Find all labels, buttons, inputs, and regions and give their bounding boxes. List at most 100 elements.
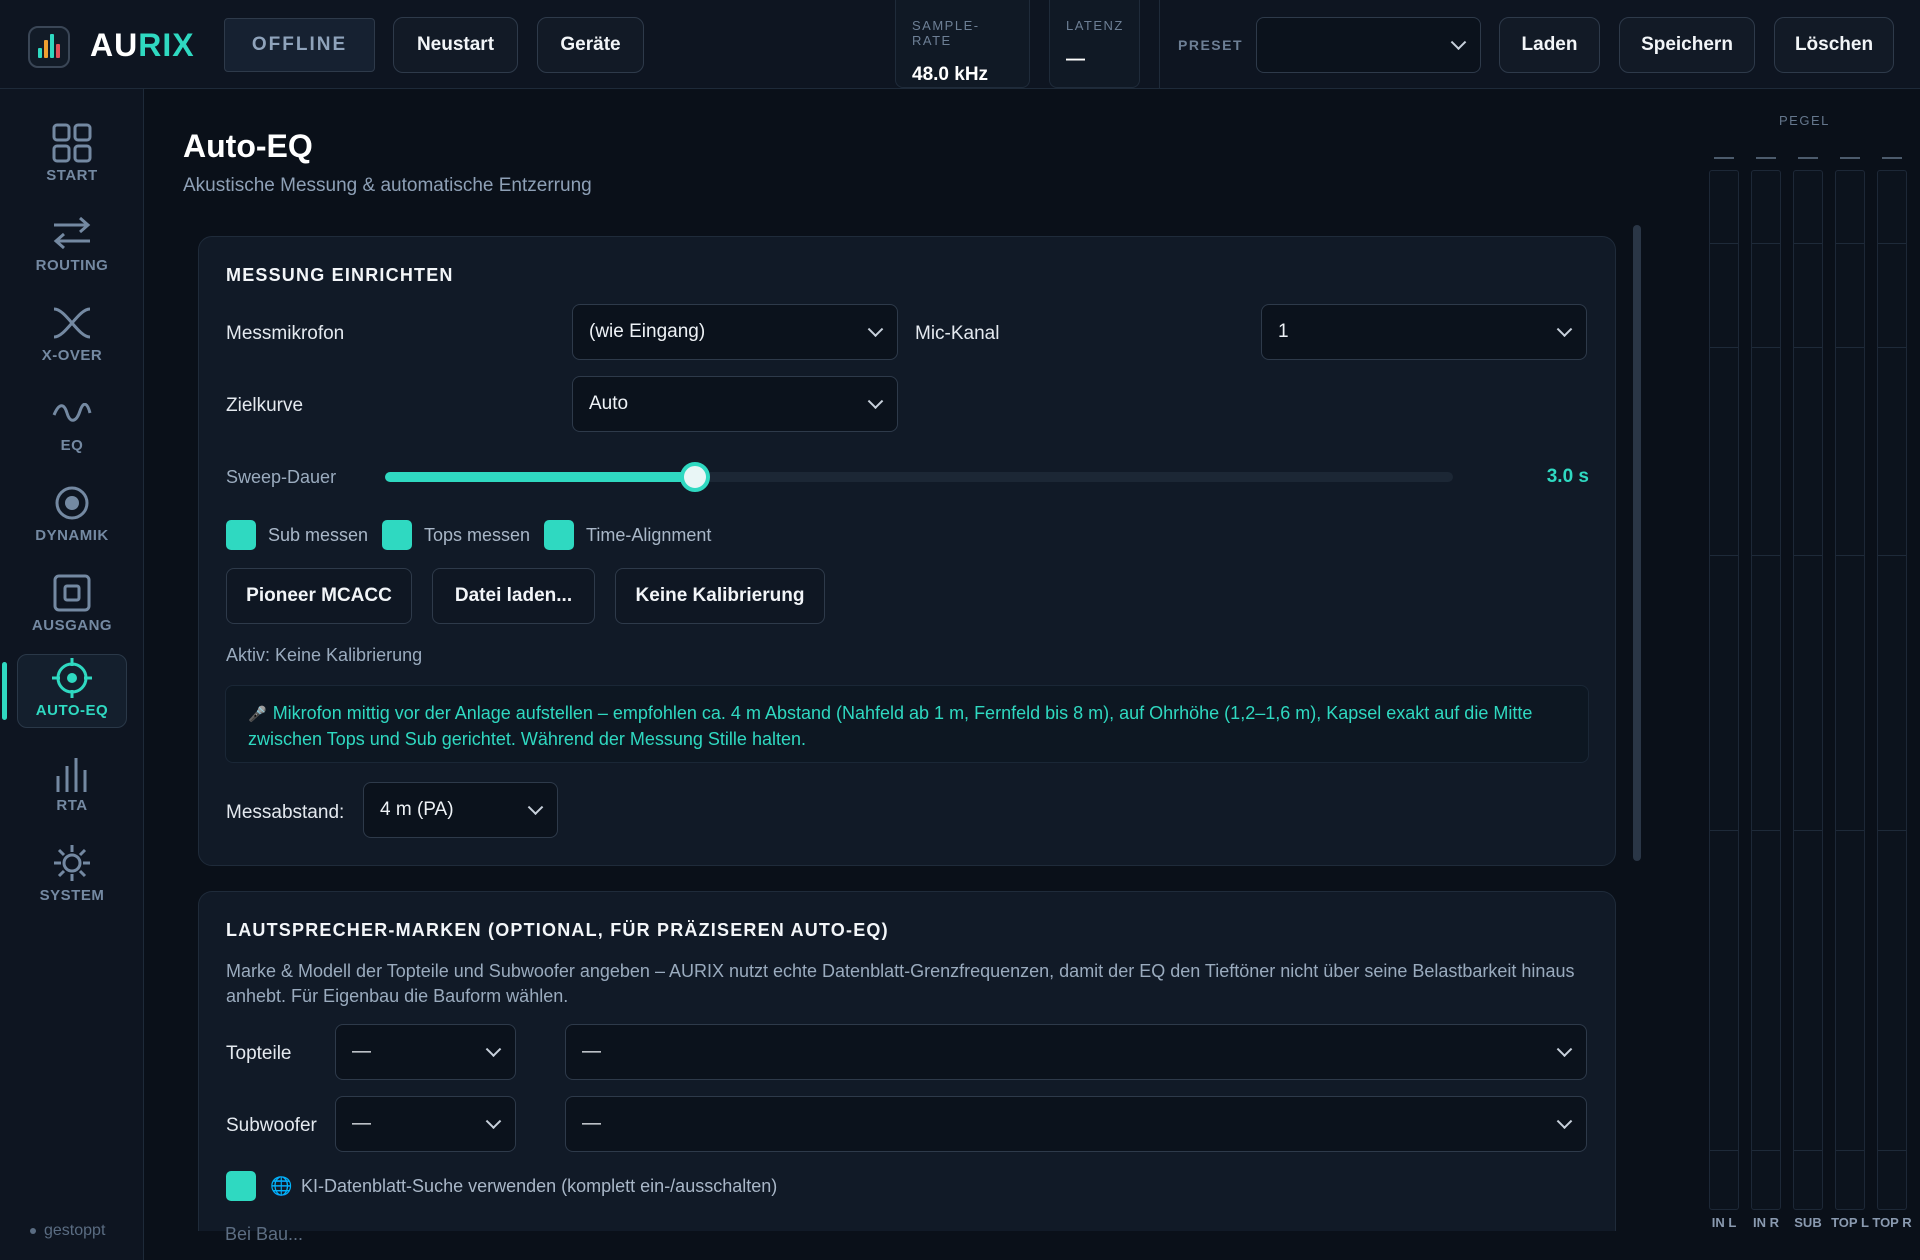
meter-gridline xyxy=(1710,830,1738,831)
distance-value: 4 m (PA) xyxy=(380,799,454,820)
subwoofer-label: Subwoofer xyxy=(226,1115,317,1136)
time-alignment-checkbox[interactable] xyxy=(544,520,574,550)
save-button[interactable]: Speichern xyxy=(1619,17,1755,73)
meter-value xyxy=(1882,157,1902,159)
meter-value xyxy=(1840,157,1860,159)
chevron-down-icon xyxy=(1556,1113,1573,1130)
latency-display: LATENZ — xyxy=(1049,0,1140,88)
meter-gridline xyxy=(1710,1150,1738,1151)
tops-measure-checkbox[interactable] xyxy=(382,520,412,550)
meter-gridline xyxy=(1794,347,1822,348)
pioneer-mcacc-button[interactable]: Pioneer MCACC xyxy=(226,568,412,624)
nav-label: RTA xyxy=(56,797,88,814)
preset-select[interactable] xyxy=(1256,17,1481,73)
chevron-down-icon xyxy=(1450,34,1467,51)
sweep-slider-fill xyxy=(385,472,695,482)
output-icon xyxy=(50,571,94,615)
meter-gridline xyxy=(1752,830,1780,831)
nav-label: X-OVER xyxy=(41,347,103,364)
meter-value xyxy=(1714,157,1734,159)
devices-button[interactable]: Geräte xyxy=(537,17,644,73)
meter-gridline xyxy=(1836,1150,1864,1151)
mic-placement-note: 🎤 Mikrofon mittig vor der Anlage aufstell… xyxy=(225,685,1589,763)
ai-datasheet-label: KI-Datenblatt-Suche verwenden (komplett … xyxy=(301,1176,778,1196)
sweep-value: 3.0 s xyxy=(1546,466,1589,487)
meters-title: PEGEL xyxy=(1779,113,1830,128)
nav-item-auto-eq[interactable]: AUTO-EQ xyxy=(17,654,127,728)
nav-item-start[interactable]: START xyxy=(17,118,127,192)
mic-channel-select[interactable]: 1 xyxy=(1261,304,1587,360)
delete-button[interactable]: Löschen xyxy=(1774,17,1894,73)
tops-brand-select[interactable]: — xyxy=(335,1024,516,1080)
sweep-slider[interactable] xyxy=(385,462,1453,492)
meter-gridline xyxy=(1752,555,1780,556)
active-calibration: Aktiv: Keine Kalibrierung xyxy=(226,645,423,665)
mic-select[interactable]: (wie Eingang) xyxy=(572,304,898,360)
target-icon xyxy=(50,656,94,700)
meter-gridline xyxy=(1710,243,1738,244)
target-curve-label: Zielkurve xyxy=(226,395,304,416)
sub-model-value: — xyxy=(582,1113,601,1134)
globe-icon: 🌐 xyxy=(270,1176,293,1196)
nav-label: DYNAMIK xyxy=(35,527,109,544)
target-curve-select[interactable]: Auto xyxy=(572,376,898,432)
active-indicator xyxy=(2,662,7,720)
meter-gridline xyxy=(1794,1150,1822,1151)
no-calibration-button[interactable]: Keine Kalibrierung xyxy=(615,568,825,624)
wave-icon xyxy=(50,391,94,435)
engine-status: gestoppt xyxy=(30,1222,105,1240)
ai-datasheet-checkbox[interactable] xyxy=(226,1171,256,1201)
nav-item-dynamik[interactable]: DYNAMIK xyxy=(17,478,127,552)
nav-item-rta[interactable]: RTA xyxy=(17,748,127,822)
meter-gridline xyxy=(1878,555,1906,556)
nav-item-ausgang[interactable]: AUSGANG xyxy=(17,568,127,642)
level-meter xyxy=(1793,170,1823,1210)
meter-gridline xyxy=(1836,243,1864,244)
meter-label: TOP R xyxy=(1872,1215,1912,1230)
nav-label: AUSGANG xyxy=(31,617,113,634)
nav-item-system[interactable]: SYSTEM xyxy=(17,838,127,912)
meter-gridline xyxy=(1710,347,1738,348)
arrows-swap-icon xyxy=(50,211,94,255)
content-scrollbar[interactable] xyxy=(1633,225,1641,861)
status-text: gestoppt xyxy=(44,1222,106,1239)
page-subtitle: Akustische Messung & automatische Entzer… xyxy=(183,175,592,196)
distance-label: Messabstand: xyxy=(226,802,345,823)
level-meter xyxy=(1751,170,1781,1210)
speakers-card-title: LAUTSPRECHER-MARKEN (OPTIONAL, FÜR PRÄZI… xyxy=(226,920,889,940)
load-file-button[interactable]: Datei laden... xyxy=(432,568,595,624)
level-meter xyxy=(1835,170,1865,1210)
grid-icon xyxy=(50,121,94,165)
meter-gridline xyxy=(1710,555,1738,556)
nav-item-eq[interactable]: EQ xyxy=(17,388,127,462)
tops-brand-value: — xyxy=(352,1041,371,1062)
nav-label: AUTO-EQ xyxy=(35,702,109,719)
sub-model-select[interactable]: — xyxy=(565,1096,1587,1152)
restart-button[interactable]: Neustart xyxy=(393,17,518,73)
mic-value: (wie Eingang) xyxy=(589,321,706,342)
mic-channel-value: 1 xyxy=(1278,321,1289,342)
speakers-description: Marke & Modell der Topteile und Subwoofe… xyxy=(226,961,1575,1006)
page-title: Auto-EQ xyxy=(183,128,313,164)
distance-select[interactable]: 4 m (PA) xyxy=(363,782,558,838)
sweep-label: Sweep-Dauer xyxy=(226,467,337,487)
nav-item-x-over[interactable]: X-OVER xyxy=(17,298,127,372)
sub-brand-select[interactable]: — xyxy=(335,1096,516,1152)
chevron-down-icon xyxy=(867,393,884,410)
speakers-card: LAUTSPRECHER-MARKEN (OPTIONAL, FÜR PRÄZI… xyxy=(198,891,1616,1231)
dynamics-icon xyxy=(50,481,94,525)
nav-label: ROUTING xyxy=(35,257,109,274)
sub-measure-checkbox[interactable] xyxy=(226,520,256,550)
chevron-down-icon xyxy=(485,1113,502,1130)
load-button[interactable]: Laden xyxy=(1499,17,1600,73)
sub-measure-label: Sub messen xyxy=(268,525,369,545)
meter-gridline xyxy=(1836,555,1864,556)
tops-model-select[interactable]: — xyxy=(565,1024,1587,1080)
measure-card-title: MESSUNG EINRICHTEN xyxy=(226,265,454,285)
app-brand: AURIX xyxy=(90,27,195,63)
nav-label: START xyxy=(46,167,98,184)
nav-item-routing[interactable]: ROUTING xyxy=(17,208,127,282)
sweep-slider-handle[interactable] xyxy=(679,462,710,492)
cut-off-text: Bei Bau... xyxy=(225,1224,304,1240)
meter-value xyxy=(1798,157,1818,159)
